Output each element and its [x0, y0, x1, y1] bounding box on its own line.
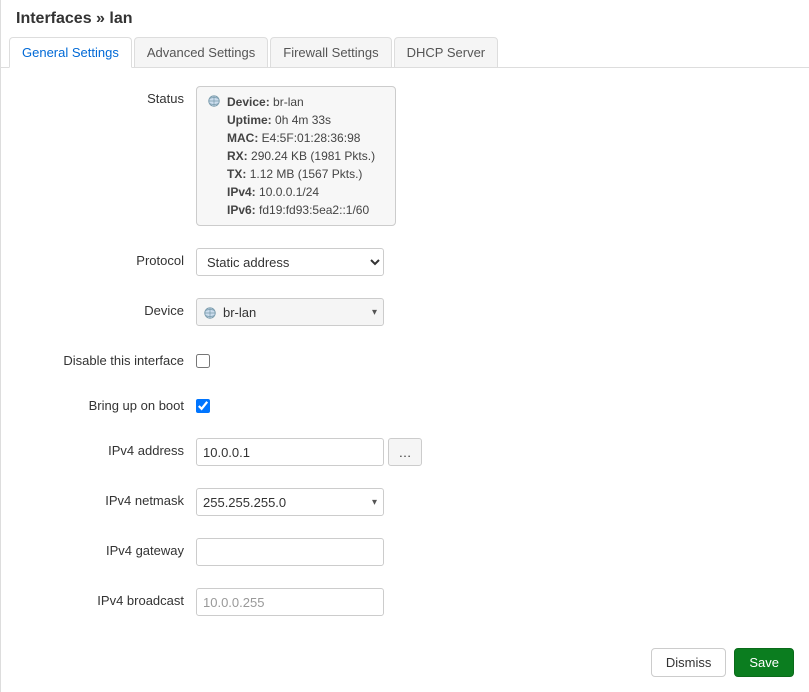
tab-advanced-settings[interactable]: Advanced Settings — [134, 37, 268, 68]
footer: Dismiss Save — [1, 636, 809, 692]
ipv4-broadcast-input[interactable] — [196, 588, 384, 616]
device-select-icon — [203, 306, 217, 320]
label-device: Device — [16, 298, 196, 318]
chevron-down-icon: ▾ — [372, 307, 377, 318]
status-rx-value: 290.24 KB (1981 Pkts.) — [251, 149, 375, 163]
label-bring-up: Bring up on boot — [16, 393, 196, 413]
chevron-down-icon: ▾ — [372, 497, 377, 508]
protocol-select[interactable]: Static address — [196, 248, 384, 276]
ipv4-address-more-button[interactable]: … — [388, 438, 422, 466]
ipv4-gateway-input[interactable] — [196, 538, 384, 566]
label-protocol: Protocol — [16, 248, 196, 268]
device-select[interactable]: br-lan ▾ — [196, 298, 384, 326]
device-icon — [207, 94, 221, 108]
label-ipv4-address: IPv4 address — [16, 438, 196, 458]
status-device-label: Device: — [227, 95, 270, 109]
status-uptime-value: 0h 4m 33s — [275, 113, 331, 127]
status-ipv6-value: fd19:fd93:5ea2::1/60 — [259, 203, 369, 217]
status-ipv4-value: 10.0.0.1/24 — [259, 185, 319, 199]
status-tx-value: 1.12 MB (1567 Pkts.) — [250, 167, 363, 181]
device-select-value: br-lan — [223, 305, 256, 320]
label-ipv4-gateway: IPv4 gateway — [16, 538, 196, 558]
status-mac-value: E4:5F:01:28:36:98 — [262, 131, 361, 145]
label-ipv4-broadcast: IPv4 broadcast — [16, 588, 196, 608]
bring-up-on-boot-checkbox[interactable] — [196, 399, 210, 413]
ipv4-netmask-select[interactable]: 255.255.255.0 ▾ — [196, 488, 384, 516]
status-mac-label: MAC: — [227, 131, 258, 145]
status-box: Device: br-lan Uptime: 0h 4m 33s MAC: E4… — [196, 86, 396, 226]
save-button[interactable]: Save — [734, 648, 794, 677]
tab-general-settings[interactable]: General Settings — [9, 37, 132, 68]
tab-firewall-settings[interactable]: Firewall Settings — [270, 37, 391, 68]
ipv4-netmask-value: 255.255.255.0 — [203, 495, 286, 510]
status-device-value: br-lan — [273, 95, 304, 109]
dismiss-button[interactable]: Dismiss — [651, 648, 727, 677]
label-ipv4-netmask: IPv4 netmask — [16, 488, 196, 508]
page-title: Interfaces » lan — [1, 0, 809, 36]
status-ipv4-label: IPv4: — [227, 185, 256, 199]
modal-container: Interfaces » lan General Settings Advanc… — [0, 0, 809, 692]
form-area: Status Device: br-lan Uptime: 0h 4m 33s … — [1, 68, 809, 636]
tab-dhcp-server[interactable]: DHCP Server — [394, 37, 499, 68]
status-uptime-label: Uptime: — [227, 113, 272, 127]
status-tx-label: TX: — [227, 167, 246, 181]
tabs: General Settings Advanced Settings Firew… — [1, 36, 809, 68]
ipv4-address-input[interactable] — [196, 438, 384, 466]
status-rx-label: RX: — [227, 149, 248, 163]
status-ipv6-label: IPv6: — [227, 203, 256, 217]
disable-interface-checkbox[interactable] — [196, 354, 210, 368]
label-status: Status — [16, 86, 196, 106]
label-disable: Disable this interface — [16, 348, 196, 368]
